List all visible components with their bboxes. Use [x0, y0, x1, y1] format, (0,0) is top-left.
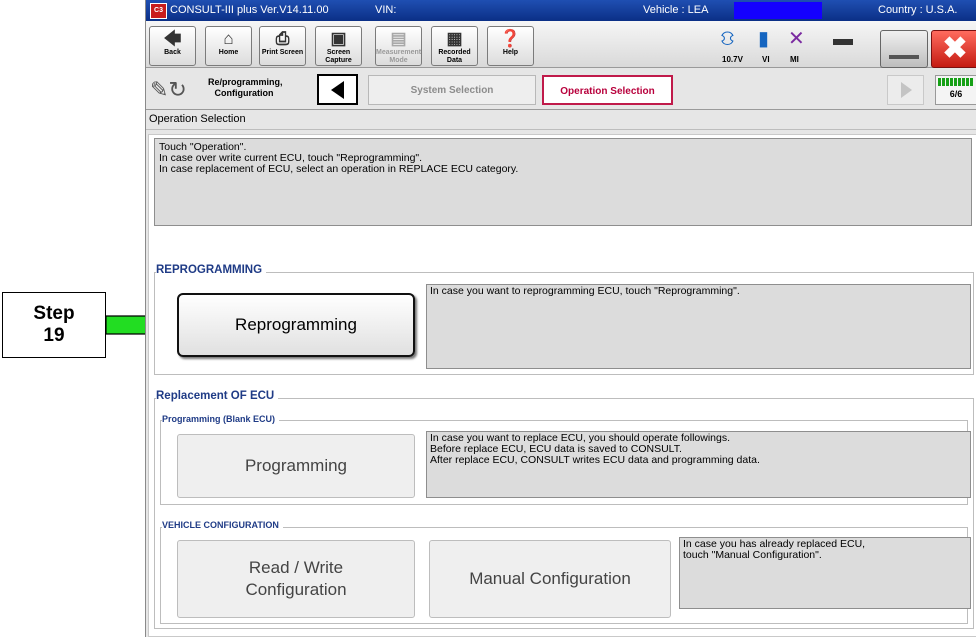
left-triangle-icon — [331, 81, 344, 99]
vi-label: VI — [762, 55, 770, 64]
nav-forward-button[interactable] — [887, 75, 924, 105]
recorded-data-icon: ▦ — [446, 29, 463, 48]
reprogramming-icon: ✎↻ — [150, 77, 187, 102]
step-progress: 6/6 — [935, 75, 976, 105]
toolbar: 🡄 Back ⌂ Home ⎙ Print Screen ▣ Screen Ca… — [146, 21, 976, 68]
printer-icon: ⎙ — [275, 29, 290, 48]
reprogramming-button[interactable]: Reprogramming — [177, 293, 415, 357]
consult-app-window: C3 CONSULT-III plus Ver.V14.11.00 VIN: V… — [145, 0, 976, 637]
redaction-mask — [734, 2, 822, 19]
programming-subgroup-label: Programming (Blank ECU) — [162, 414, 280, 424]
right-triangle-icon — [901, 82, 912, 98]
measurement-mode-button[interactable]: ▤ Measurement Mode — [375, 26, 422, 66]
replacement-group-label: Replacement OF ECU — [156, 390, 279, 402]
print-screen-button[interactable]: ⎙ Print Screen — [259, 26, 306, 66]
battery-icon: ▬ — [833, 28, 853, 50]
vehicle-configuration-label: VEHICLE CONFIGURATION — [162, 520, 283, 530]
back-button[interactable]: 🡄 Back — [149, 26, 196, 66]
vin-label: VIN: — [375, 4, 397, 16]
step-number: 19 — [43, 325, 65, 346]
back-arrow-icon: 🡄 — [163, 29, 182, 48]
crumb-system-selection[interactable]: System Selection — [368, 75, 536, 105]
home-button[interactable]: ⌂ Home — [205, 26, 252, 66]
section-title: Re/programming, Configuration — [208, 77, 283, 98]
programming-button[interactable]: Programming — [177, 434, 415, 498]
crumb-operation-selection: Operation Selection — [542, 75, 673, 105]
close-button[interactable]: ✖ — [931, 30, 976, 68]
consult-logo-icon: C3 — [150, 3, 167, 19]
minimize-button[interactable] — [880, 30, 928, 68]
vehicle-car-icon: ⛻ — [720, 28, 735, 50]
country-label: Country : U.S.A. — [878, 4, 958, 16]
meter-icon: ▤ — [390, 29, 407, 48]
battery-voltage: 10.7V — [722, 55, 743, 64]
vehicle-label: Vehicle : LEA — [643, 4, 709, 16]
navigation-bar: ✎↻ Re/programming, Configuration System … — [146, 69, 976, 110]
mi-disconnected-icon: ✕ — [788, 28, 805, 50]
manual-configuration-description: In case you has already replaced ECU, to… — [679, 537, 971, 609]
progress-count: 6/6 — [949, 89, 963, 99]
instruction-box: Touch "Operation". In case over write cu… — [154, 138, 972, 226]
help-icon: ❓ — [499, 29, 522, 48]
help-button[interactable]: ❓ Help — [487, 26, 534, 66]
app-title: CONSULT-III plus Ver.V14.11.00 — [170, 4, 329, 16]
home-icon: ⌂ — [223, 29, 234, 48]
screen-capture-button[interactable]: ▣ Screen Capture — [315, 26, 362, 66]
instruction-line: In case replacement of ECU, select an op… — [159, 163, 519, 175]
mi-label: MI — [790, 55, 799, 64]
reprogramming-description: In case you want to reprogramming ECU, t… — [426, 284, 971, 369]
progress-fill — [938, 78, 974, 86]
read-write-configuration-button[interactable]: Read / Write Configuration — [177, 540, 415, 618]
title-bar: C3 CONSULT-III plus Ver.V14.11.00 VIN: V… — [146, 0, 976, 21]
recorded-data-button[interactable]: ▦ Recorded Data — [431, 26, 478, 66]
step-label: Step — [33, 303, 75, 324]
nav-back-button[interactable] — [317, 74, 358, 105]
step-callout: Step 19 — [2, 292, 106, 358]
camera-icon: ▣ — [330, 29, 347, 48]
manual-configuration-button[interactable]: Manual Configuration — [429, 540, 671, 618]
vi-connection-icon: ▮ — [758, 28, 770, 50]
reprogramming-group-label: REPROGRAMMING — [156, 264, 267, 276]
screen-title: Operation Selection — [146, 110, 976, 130]
programming-description: In case you want to replace ECU, you sho… — [426, 431, 971, 498]
